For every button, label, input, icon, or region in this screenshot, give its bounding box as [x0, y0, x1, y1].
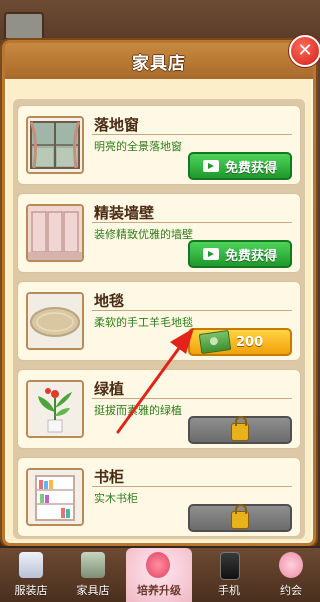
button-label: 免费获得	[224, 160, 277, 176]
phone-icon	[220, 552, 240, 580]
cash-icon	[198, 330, 232, 354]
panel-title: 家具店	[132, 53, 186, 74]
item-name: 绿植	[94, 380, 125, 398]
locked-button[interactable]	[188, 504, 292, 532]
item-list[interactable]: 落地窗 明亮的全景落地窗 免费获得 精装墙壁 装修精致优雅的墙壁 免费获得 地毯…	[13, 99, 305, 539]
clothes-icon	[19, 552, 43, 578]
item-divider	[92, 222, 292, 223]
bottom-nav: 服装店 家具店 培养升级 手机 约会	[0, 546, 320, 602]
nav-label: 培养升级	[137, 584, 181, 597]
item-name: 精装墙壁	[94, 204, 155, 222]
nav-training-upgrade[interactable]: 培养升级	[126, 548, 192, 602]
green-plant-thumbnail	[26, 380, 84, 438]
locked-button[interactable]	[188, 416, 292, 444]
button-label: 免费获得	[224, 248, 277, 264]
close-icon: ✕	[297, 40, 313, 61]
nav-phone[interactable]: 手机	[200, 548, 258, 602]
furniture-icon	[81, 552, 105, 578]
nav-label: 约会	[280, 584, 302, 597]
video-icon	[202, 160, 219, 172]
item-description: 明亮的全景落地窗	[94, 140, 182, 153]
item-description: 挺拔而素雅的绿植	[94, 404, 182, 417]
item-description: 柔软的手工羊毛地毯	[94, 316, 193, 329]
nav-label: 家具店	[76, 584, 110, 597]
item-divider	[92, 310, 292, 311]
lock-icon	[231, 504, 249, 529]
item-divider	[92, 486, 292, 487]
buy-button[interactable]: 200	[188, 328, 292, 356]
furniture-shop-panel: 家具店 ✕ 落地窗 明亮的全景落地窗 免费获得 精装墙壁 装修精致优雅的墙壁 免…	[2, 35, 320, 546]
nav-label: 服装店	[14, 584, 48, 597]
price-label: 200	[236, 334, 264, 350]
item-description: 装修精致优雅的墙壁	[94, 228, 193, 241]
list-item-bookcase: 书柜 实木书柜	[17, 457, 301, 537]
list-item-carpet: 地毯 柔软的手工羊毛地毯 200	[17, 281, 301, 361]
nav-label: 手机	[218, 584, 240, 597]
nav-furniture-shop[interactable]: 家具店	[64, 548, 122, 602]
flower-icon	[279, 552, 303, 578]
item-name: 落地窗	[94, 116, 140, 134]
list-item-floor-window: 落地窗 明亮的全景落地窗 免费获得	[17, 105, 301, 185]
item-divider	[92, 398, 292, 399]
floor-window-thumbnail	[26, 116, 84, 174]
video-icon	[202, 248, 219, 260]
item-name: 书柜	[94, 468, 125, 486]
carpet-thumbnail	[26, 292, 84, 350]
bookcase-thumbnail	[26, 468, 84, 526]
nav-clothes-shop[interactable]: 服装店	[2, 548, 60, 602]
item-description: 实木书柜	[94, 492, 138, 505]
item-name: 地毯	[94, 292, 125, 310]
list-item-green-plant: 绿植 挺拔而素雅的绿植	[17, 369, 301, 449]
panel-header: 家具店	[5, 43, 313, 79]
free-get-button[interactable]: 免费获得	[188, 240, 292, 268]
item-divider	[92, 134, 292, 135]
decorated-wall-thumbnail	[26, 204, 84, 262]
free-get-button[interactable]: 免费获得	[188, 152, 292, 180]
heart-icon	[146, 552, 170, 578]
lock-icon	[231, 416, 249, 441]
list-item-decorated-wall: 精装墙壁 装修精致优雅的墙壁 免费获得	[17, 193, 301, 273]
close-button[interactable]: ✕	[289, 35, 320, 67]
nav-date[interactable]: 约会	[262, 548, 320, 602]
